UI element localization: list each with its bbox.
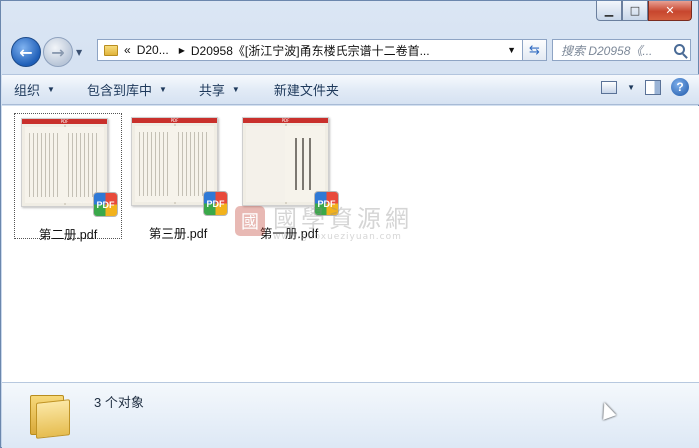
folder-icon xyxy=(104,44,118,56)
file-name[interactable]: 第二册.pdf xyxy=(15,224,121,243)
search-icon[interactable] xyxy=(674,44,685,55)
chevron-down-icon: ▼ xyxy=(47,85,55,94)
arrow-right-icon: → xyxy=(51,42,65,62)
include-library-label: 包含到库中 xyxy=(86,83,152,98)
include-library-menu[interactable]: 包含到库中 ▼ xyxy=(75,80,179,99)
thumb-text-lines xyxy=(139,132,171,196)
new-folder-label: 新建文件夹 xyxy=(273,83,339,98)
search-input[interactable]: 搜索 D20958《... xyxy=(552,39,691,61)
pdf-icon: PDF xyxy=(203,191,228,216)
details-pane: 3 个对象 xyxy=(2,382,699,448)
toolbar-right: ▼ ? xyxy=(601,78,689,96)
preview-pane-icon[interactable] xyxy=(645,79,661,95)
thumb-text-lines xyxy=(178,132,210,196)
thumb-text-lines xyxy=(295,138,315,190)
forward-button[interactable]: → xyxy=(43,37,73,67)
thumb-page-left xyxy=(246,126,286,202)
breadcrumb-current[interactable]: D20958《[浙江宁波]甬东楼氏宗谱十二卷首... xyxy=(191,42,430,59)
minimize-button[interactable]: ▁ xyxy=(596,1,622,21)
watermark-logo: 國 xyxy=(235,206,265,236)
folder-icon xyxy=(30,391,72,439)
folder-front xyxy=(36,399,70,439)
watermark-text: 國學資源網 www.guoxueziyuan.com xyxy=(273,206,413,242)
share-label: 共享 xyxy=(198,83,225,98)
breadcrumb-overflow[interactable]: « xyxy=(124,43,131,57)
watermark-url: www.guoxueziyuan.com xyxy=(273,232,402,242)
caption-buttons: ▁ □ ✕ xyxy=(596,1,692,22)
chevron-down-icon: ▼ xyxy=(231,85,240,94)
thumb-page-left xyxy=(25,127,65,203)
refresh-button[interactable]: ⇆ xyxy=(523,39,547,61)
file-item[interactable]: PDF PDF 第二册.pdf xyxy=(14,113,122,242)
file-name[interactable]: 第三册.pdf xyxy=(125,223,231,242)
watermark-title: 國學資源網 xyxy=(273,205,413,233)
recent-pages-dropdown[interactable]: ▼ xyxy=(76,48,82,57)
file-item[interactable]: PDF PDF 第三册.pdf xyxy=(125,113,233,242)
address-bar[interactable]: « D20... ▶ D20958《[浙江宁波]甬东楼氏宗谱十二卷首... ▼ xyxy=(97,39,523,61)
thumb-band: PDF xyxy=(132,118,217,123)
mouse-cursor-icon xyxy=(597,400,617,420)
thumb-band: PDF xyxy=(243,118,328,123)
thumb-text-lines xyxy=(68,133,100,197)
thumb-page-left xyxy=(135,126,175,202)
chevron-down-icon: ▼ xyxy=(158,85,167,94)
refresh-icon: ⇆ xyxy=(529,42,540,58)
help-icon[interactable]: ? xyxy=(671,78,689,96)
arrow-left-icon: ← xyxy=(19,42,33,62)
search-placeholder: 搜索 D20958《... xyxy=(561,43,653,58)
watermark: 國 國學資源網 www.guoxueziyuan.com xyxy=(235,206,475,246)
navigation-buttons: ← → ▼ xyxy=(11,35,82,69)
explorer-window: ▁ □ ✕ ← → ▼ « D20... ▶ D20958《[浙江宁波]甬东楼氏… xyxy=(0,0,699,448)
maximize-button[interactable]: □ xyxy=(622,1,648,21)
item-count: 3 个对象 xyxy=(94,395,144,410)
new-folder-button[interactable]: 新建文件夹 xyxy=(262,80,351,99)
breadcrumb-parent[interactable]: D20... xyxy=(137,43,169,57)
back-button[interactable]: ← xyxy=(11,37,41,67)
close-button[interactable]: ✕ xyxy=(648,1,692,21)
chevron-down-icon[interactable]: ▼ xyxy=(507,45,516,55)
organize-menu[interactable]: 组织 ▼ xyxy=(2,80,67,99)
chevron-right-icon[interactable]: ▶ xyxy=(179,46,185,55)
pdf-icon: PDF xyxy=(93,192,118,217)
chevron-down-icon[interactable]: ▼ xyxy=(627,83,635,92)
organize-label: 组织 xyxy=(14,83,41,98)
command-bar: 组织 ▼ 包含到库中 ▼ 共享 ▼ 新建文件夹 ▼ ? xyxy=(2,74,699,105)
view-icon[interactable] xyxy=(601,80,618,94)
thumb-text-lines xyxy=(29,133,61,197)
file-list: PDF PDF 第二册.pdf PDF PDF 第三册.pdf PDF PDF … xyxy=(2,106,699,382)
thumb-band: PDF xyxy=(22,119,107,124)
share-menu[interactable]: 共享 ▼ xyxy=(187,80,252,99)
